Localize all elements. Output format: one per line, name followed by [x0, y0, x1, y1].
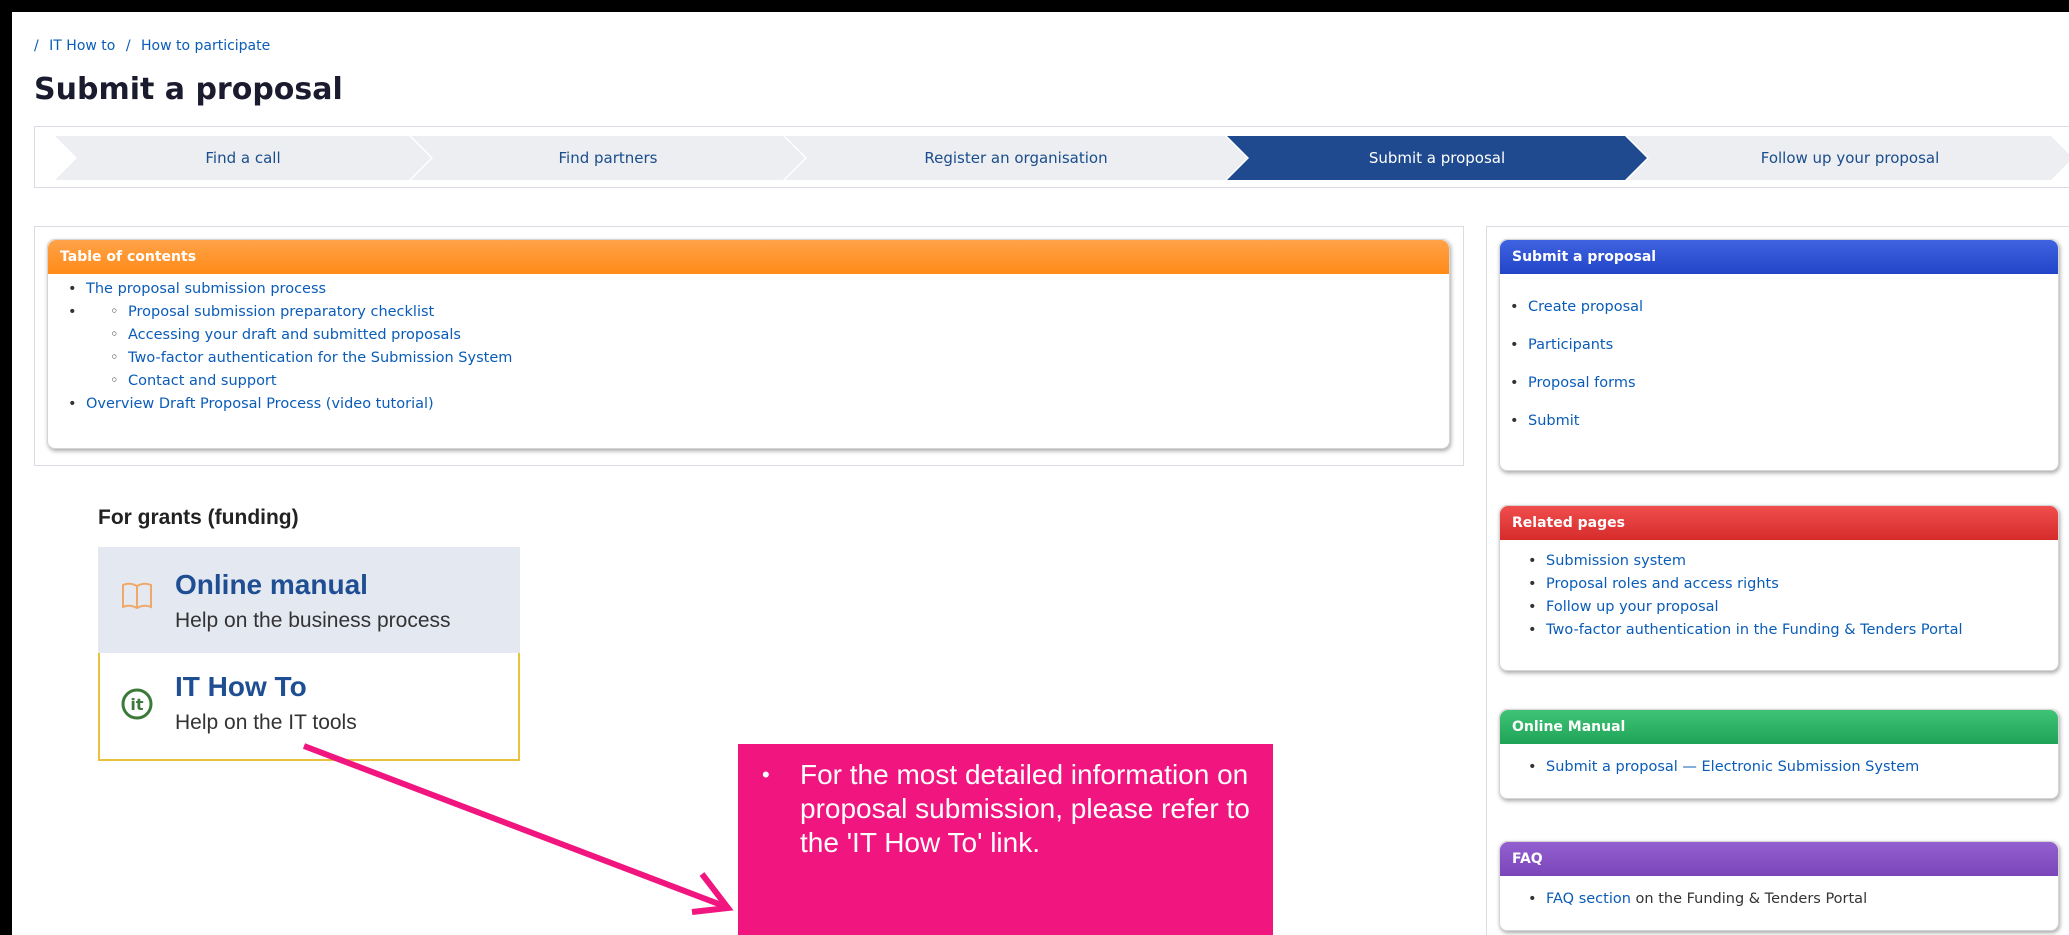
- it-icon: it: [120, 687, 154, 725]
- step-register-organisation[interactable]: Register an organisation: [785, 136, 1247, 180]
- process-stepper: Find a call Find partners Register an or…: [34, 126, 2069, 188]
- book-icon: [120, 581, 154, 615]
- breadcrumb-separator: /: [34, 38, 39, 54]
- faq-list: FAQ section on the Funding & Tenders Por…: [1528, 888, 1868, 911]
- callout-bullet: •: [762, 762, 770, 787]
- toc-subitem[interactable]: Two-factor authentication for the Submis…: [110, 347, 512, 370]
- related-pages-list: Submission system Proposal roles and acc…: [1528, 550, 1963, 642]
- toc-container: Table of contents The proposal submissio…: [34, 226, 1464, 466]
- related-pages-header: Related pages: [1500, 506, 2058, 540]
- faq-suffix: on the Funding & Tenders Portal: [1630, 891, 1868, 907]
- callout-note: • For the most detailed information on p…: [738, 744, 1273, 935]
- submit-proposal-panel: Submit a proposal Create proposal Partic…: [1499, 239, 2059, 471]
- related-link[interactable]: Submission system: [1528, 550, 1963, 573]
- breadcrumb-link-it-how-to[interactable]: IT How to: [49, 38, 115, 54]
- page: / IT How to / How to participate Submit …: [12, 12, 2069, 935]
- faq-item: FAQ section on the Funding & Tenders Por…: [1528, 888, 1868, 911]
- toc-sublist: Proposal submission preparatory checklis…: [110, 301, 512, 393]
- related-link[interactable]: Follow up your proposal: [1528, 596, 1963, 619]
- side-link-create-proposal[interactable]: Create proposal: [1510, 288, 1643, 326]
- side-link-submit[interactable]: Submit: [1510, 402, 1643, 440]
- faq-header: FAQ: [1500, 842, 2058, 876]
- related-pages-panel: Related pages Submission system Proposal…: [1499, 505, 2059, 671]
- it-how-to-subtitle: Help on the IT tools: [175, 711, 357, 734]
- it-how-to-title[interactable]: IT How To: [175, 671, 307, 703]
- step-follow-up-proposal[interactable]: Follow up your proposal: [1627, 136, 2069, 180]
- online-manual-panel: Online Manual Submit a proposal — Electr…: [1499, 709, 2059, 799]
- toc-item[interactable]: Overview Draft Proposal Process (video t…: [68, 393, 512, 416]
- svg-text:it: it: [130, 695, 143, 714]
- online-manual-card[interactable]: Online manual Help on the business proce…: [98, 547, 520, 653]
- toc-header: Table of contents: [48, 240, 1449, 274]
- toc-subitem[interactable]: Contact and support: [110, 370, 512, 393]
- submit-proposal-list: Create proposal Participants Proposal fo…: [1510, 288, 1643, 440]
- breadcrumb-separator: /: [125, 38, 131, 54]
- page-title: Submit a proposal: [34, 72, 343, 107]
- toc-item[interactable]: The proposal submission process: [68, 278, 512, 301]
- submit-proposal-header: Submit a proposal: [1500, 240, 2058, 274]
- toc-subitem[interactable]: Accessing your draft and submitted propo…: [110, 324, 512, 347]
- side-link-proposal-forms[interactable]: Proposal forms: [1510, 364, 1643, 402]
- step-find-a-call[interactable]: Find a call: [55, 136, 431, 180]
- step-submit-a-proposal[interactable]: Submit a proposal: [1227, 136, 1647, 180]
- side-link-participants[interactable]: Participants: [1510, 326, 1643, 364]
- toc-panel: Table of contents The proposal submissio…: [47, 239, 1450, 449]
- manual-link[interactable]: Submit a proposal — Electronic Submissio…: [1528, 756, 1919, 779]
- online-manual-subtitle: Help on the business process: [175, 609, 451, 632]
- step-find-partners[interactable]: Find partners: [411, 136, 805, 180]
- online-manual-header: Online Manual: [1500, 710, 2058, 744]
- toc-list: The proposal submission process Proposal…: [68, 278, 512, 416]
- toc-sublist-wrapper: Proposal submission preparatory checklis…: [68, 301, 512, 393]
- it-how-to-card[interactable]: it IT How To Help on the IT tools: [98, 653, 520, 761]
- faq-section-link[interactable]: FAQ section: [1546, 891, 1631, 907]
- sidebar: Submit a proposal Create proposal Partic…: [1486, 226, 2069, 935]
- toc-subitem[interactable]: Proposal submission preparatory checklis…: [110, 301, 512, 324]
- callout-text: For the most detailed information on pro…: [800, 759, 1250, 858]
- breadcrumb: / IT How to / How to participate: [34, 38, 270, 54]
- related-link[interactable]: Two-factor authentication in the Funding…: [1528, 619, 1963, 642]
- faq-panel: FAQ FAQ section on the Funding & Tenders…: [1499, 841, 2059, 931]
- online-manual-list: Submit a proposal — Electronic Submissio…: [1528, 756, 1919, 779]
- related-link[interactable]: Proposal roles and access rights: [1528, 573, 1963, 596]
- grants-heading: For grants (funding): [98, 506, 299, 529]
- breadcrumb-link-how-to-participate[interactable]: How to participate: [141, 38, 270, 54]
- online-manual-title[interactable]: Online manual: [175, 569, 368, 601]
